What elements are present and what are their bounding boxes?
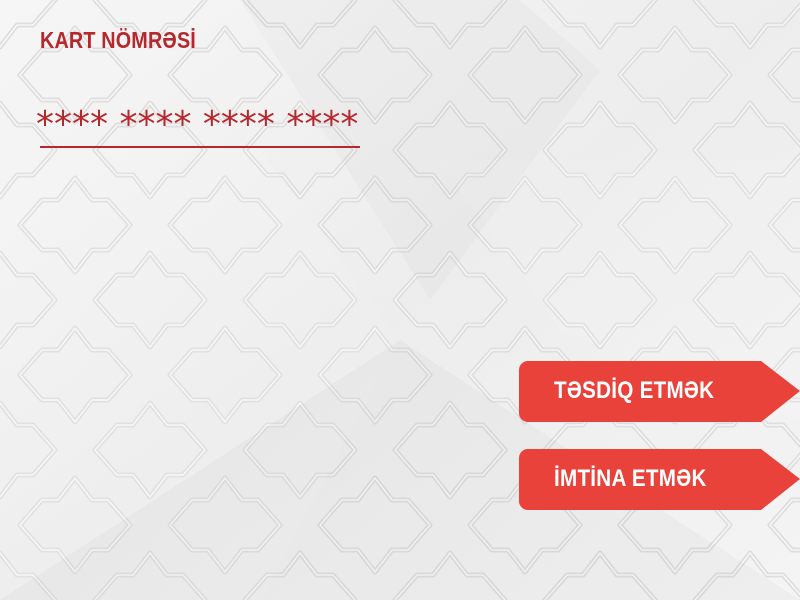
confirm-button[interactable]: TƏSDİQ ETMƏK [519,361,800,422]
card-number-label: KART NÖMRƏSİ [40,27,196,53]
background-ornament [0,0,800,600]
card-number-underline [40,146,360,148]
confirm-button-label: TƏSDİQ ETMƏK [554,377,715,404]
cancel-button[interactable]: İMTİNA ETMƏK [519,449,800,510]
card-number-input[interactable] [36,96,408,152]
cancel-button-label: İMTİNA ETMƏK [554,465,707,492]
